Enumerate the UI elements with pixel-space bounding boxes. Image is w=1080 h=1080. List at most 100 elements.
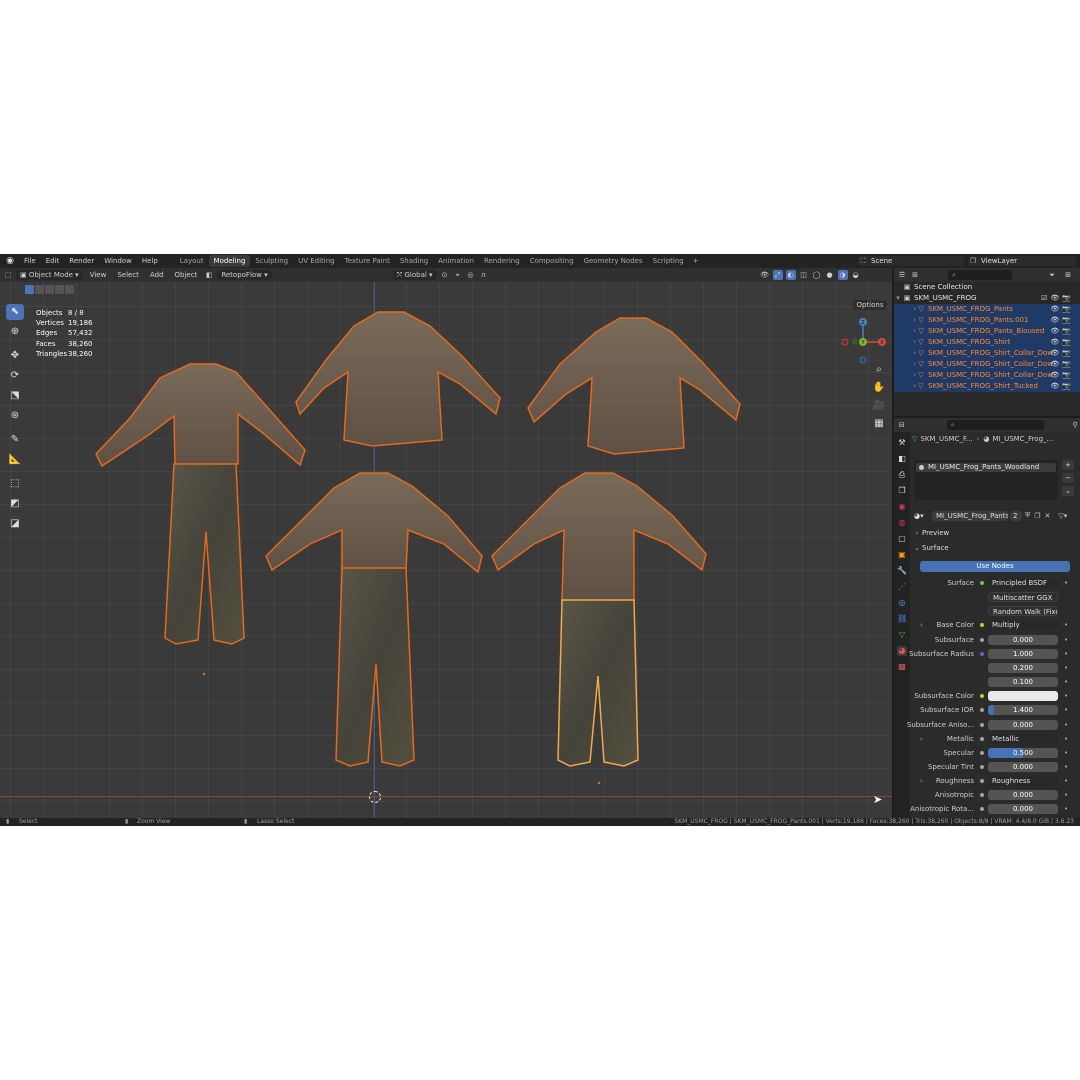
outliner-search-input[interactable]: ⌕ [948, 270, 1012, 280]
decorator-dot-icon[interactable]: • [1064, 790, 1068, 800]
property-number-field[interactable]: 0.000 [988, 790, 1058, 801]
decorator-dot-icon[interactable]: • [1064, 663, 1068, 673]
decorator-dot-icon[interactable]: • [1064, 620, 1068, 630]
linked-input-field[interactable]: Roughness [988, 776, 1058, 787]
outliner-object-row[interactable]: › ▽ SKM_USMC_FROG_Pants 👁📷 [894, 304, 1080, 315]
linked-input-field[interactable]: Metallic [988, 733, 1058, 744]
socket-icon[interactable] [980, 581, 984, 585]
data-tab-icon[interactable]: ▽ [897, 630, 907, 640]
visibility-toggles[interactable]: 👁📷 [1050, 359, 1074, 370]
decorator-dot-icon[interactable]: • [1064, 804, 1068, 814]
socket-icon[interactable] [980, 750, 984, 755]
property-number-field[interactable]: 1.400 [988, 705, 1058, 716]
menu-edit[interactable]: Edit [41, 254, 65, 268]
expand-icon[interactable]: › [894, 315, 916, 326]
socket-icon[interactable] [980, 694, 984, 699]
slot-link-icon[interactable]: ▽▾ [1058, 512, 1067, 520]
outliner-object-row[interactable]: › ▽ SKM_USMC_FROG_Pants.001 👁📷 [894, 315, 1080, 326]
decorator-dot-icon[interactable]: • [1064, 635, 1068, 645]
add-slot-button[interactable]: + [1062, 460, 1074, 470]
outliner-scene-collection[interactable]: ▣ Scene Collection [894, 282, 1080, 293]
collection-tab-icon[interactable]: ▢ [897, 534, 907, 544]
socket-icon[interactable] [980, 637, 984, 642]
visibility-toggles[interactable]: 👁📷 [1050, 315, 1074, 326]
duplicate-material-icon[interactable]: ❐ [1034, 512, 1040, 520]
visibility-toggles[interactable]: 👁📷 [1050, 326, 1074, 337]
physics-tab-icon[interactable]: ◎ [897, 598, 907, 608]
slot-specials-button[interactable]: ⌄ [1062, 486, 1074, 496]
shirt-pants-model-4[interactable] [265, 472, 483, 767]
property-number-field[interactable]: 0.000 [988, 719, 1058, 730]
shirt-pants-model-5[interactable] [491, 472, 707, 767]
properties-editor-icon[interactable]: ⊟ [897, 420, 907, 430]
property-number-field[interactable]: 1.000 [988, 648, 1058, 659]
decorator-dot-icon[interactable]: • [1064, 748, 1068, 758]
3d-cursor[interactable] [369, 791, 381, 803]
linked-input-field[interactable]: Principled BSDF [988, 578, 1058, 588]
socket-icon[interactable] [980, 623, 984, 628]
decorator-dot-icon[interactable]: • [1064, 734, 1068, 744]
outliner-object-row[interactable]: › ▽ SKM_USMC_FROG_Shirt_Tucked 👁📷 [894, 381, 1080, 392]
scene-selector[interactable]: ⛶ Scene [858, 256, 964, 266]
decorator-dot-icon[interactable]: • [1064, 705, 1068, 715]
outliner-object-row[interactable]: › ▽ SKM_USMC_FROG_Pants_Bloused 👁📷 [894, 326, 1080, 337]
menu-window[interactable]: Window [99, 254, 137, 268]
outliner-editor-icon[interactable]: ☰ [897, 270, 907, 280]
property-number-field[interactable]: 0.000 [988, 804, 1058, 815]
3d-viewport[interactable]: ⬚ ▣ Object Mode ▾ View Select Add Object… [0, 268, 892, 818]
world-tab-icon[interactable]: ◍ [897, 518, 907, 528]
socket-icon[interactable] [980, 779, 984, 784]
expand-icon[interactable]: › [894, 370, 916, 381]
color-swatch[interactable] [988, 691, 1058, 702]
decorator-dot-icon[interactable]: • [1064, 578, 1068, 588]
expand-input-icon[interactable]: › [920, 620, 923, 630]
decorator-dot-icon[interactable]: • [1064, 720, 1068, 730]
use-nodes-button[interactable]: Use Nodes [920, 561, 1070, 572]
workspace-tab[interactable]: Animation [433, 255, 479, 267]
material-tab-icon[interactable]: ◕ [897, 646, 907, 656]
decorator-dot-icon[interactable]: • [1064, 691, 1068, 701]
material-slot-item[interactable]: MI_USMC_Frog_Pants_Woodland [916, 463, 1056, 472]
preview-panel-header[interactable]: › Preview [912, 527, 1080, 539]
outliner-object-row[interactable]: › ▽ SKM_USMC_FROG_Shirt_Collar_Dow 👁📷 [894, 370, 1080, 381]
render-tab-icon[interactable]: ◧ [897, 454, 907, 464]
material-name-field[interactable]: MI_USMC_Frog_Pants... [932, 510, 1008, 521]
socket-icon[interactable] [980, 764, 984, 769]
properties-search-input[interactable]: ⌕ [946, 420, 1045, 430]
expand-icon[interactable]: › [894, 359, 916, 370]
texture-tab-icon[interactable]: ▩ [897, 662, 907, 672]
view-layer-selector[interactable]: ❐ ViewLayer [968, 256, 1076, 266]
modifier-tab-icon[interactable]: 🔧 [897, 566, 907, 576]
workspace-tab[interactable]: Modeling [208, 255, 251, 267]
tool-tab-icon[interactable]: ⚒ [897, 438, 907, 448]
property-number-field[interactable]: 0.000 [988, 634, 1058, 645]
expand-icon[interactable]: › [894, 326, 916, 337]
outliner-object-row[interactable]: › ▽ SKM_USMC_FROG_Shirt 👁📷 [894, 337, 1080, 348]
visibility-toggles[interactable]: ☑👁📷 [1041, 293, 1074, 304]
shirt-model-3[interactable] [527, 317, 741, 455]
property-number-field[interactable]: 0.100 [988, 677, 1058, 688]
add-workspace-button[interactable]: + [689, 257, 703, 265]
workspace-tab[interactable]: Compositing [525, 255, 579, 267]
shirt-pants-model-1[interactable] [95, 363, 306, 645]
material-browse-icon[interactable]: ◕▾ [914, 512, 928, 520]
outliner-object-row[interactable]: › ▽ SKM_USMC_FROG_Shirt_Collar_Dow 👁📷 [894, 359, 1080, 370]
decorator-dot-icon[interactable]: • [1064, 677, 1068, 687]
scene-tab-icon[interactable]: ◉ [897, 502, 907, 512]
socket-icon[interactable] [980, 722, 984, 727]
visibility-toggles[interactable]: 👁📷 [1050, 337, 1074, 348]
workspace-tab[interactable]: Geometry Nodes [579, 255, 648, 267]
workspace-tab[interactable]: Shading [395, 255, 433, 267]
socket-icon[interactable] [980, 736, 984, 741]
visibility-toggles[interactable]: 👁📷 [1050, 381, 1074, 392]
constraints-tab-icon[interactable]: ⛓ [897, 614, 907, 624]
workspace-tab[interactable]: Sculpting [250, 255, 293, 267]
expand-icon[interactable]: ▾ [894, 293, 902, 304]
property-number-field[interactable]: 0.500 [988, 747, 1058, 758]
workspace-tab[interactable]: UV Editing [293, 255, 340, 267]
property-number-field[interactable]: 0.200 [988, 662, 1058, 673]
material-users-count[interactable]: 2 [1010, 510, 1022, 521]
view-layer-tab-icon[interactable]: ❐ [897, 486, 907, 496]
property-dropdown[interactable]: Multiscatter GGX [988, 592, 1058, 603]
surface-panel-header[interactable]: ⌄ Surface [912, 542, 1080, 554]
